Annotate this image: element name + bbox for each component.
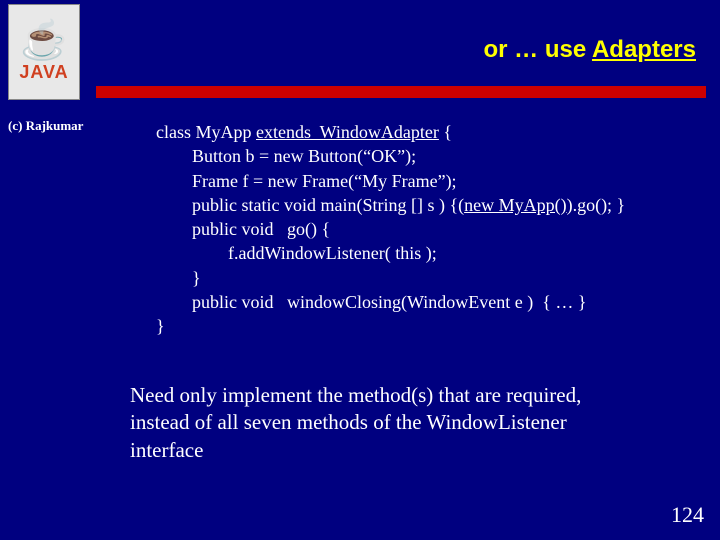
java-logo-text: JAVA xyxy=(19,62,68,83)
divider-bar xyxy=(96,86,706,98)
code-l1c: { xyxy=(439,122,452,142)
code-l4b: new MyApp() xyxy=(464,195,566,215)
code-l7: } xyxy=(156,268,201,288)
code-l9: } xyxy=(156,316,165,336)
code-l3: Frame f = new Frame(“My Frame”); xyxy=(156,171,457,191)
title-adapters: Adapters xyxy=(592,36,696,63)
code-l1b: extends WindowAdapter xyxy=(256,122,439,142)
code-block: class MyApp extends WindowAdapter { Butt… xyxy=(156,120,625,339)
code-l6: f.addWindowListener( this ); xyxy=(156,243,437,263)
code-l4a: public static void main(String [] s ) {( xyxy=(156,195,464,215)
page-number: 124 xyxy=(671,502,704,528)
slide-title: or … use Adapters xyxy=(484,36,697,64)
copyright-label: (c) Rajkumar xyxy=(8,118,83,134)
coffee-cup-icon: ☕ xyxy=(20,22,67,60)
java-logo: ☕ JAVA xyxy=(8,4,80,100)
explanation-text: Need only implement the method(s) that a… xyxy=(130,382,630,464)
title-prefix: or … use xyxy=(484,36,592,63)
code-l8: public void windowClosing(WindowEvent e … xyxy=(156,292,587,312)
code-l5: public void go() { xyxy=(156,219,330,239)
code-l2: Button b = new Button(“OK”); xyxy=(156,146,416,166)
code-l4c: ).go(); } xyxy=(567,195,626,215)
code-l1a: class MyApp xyxy=(156,122,256,142)
